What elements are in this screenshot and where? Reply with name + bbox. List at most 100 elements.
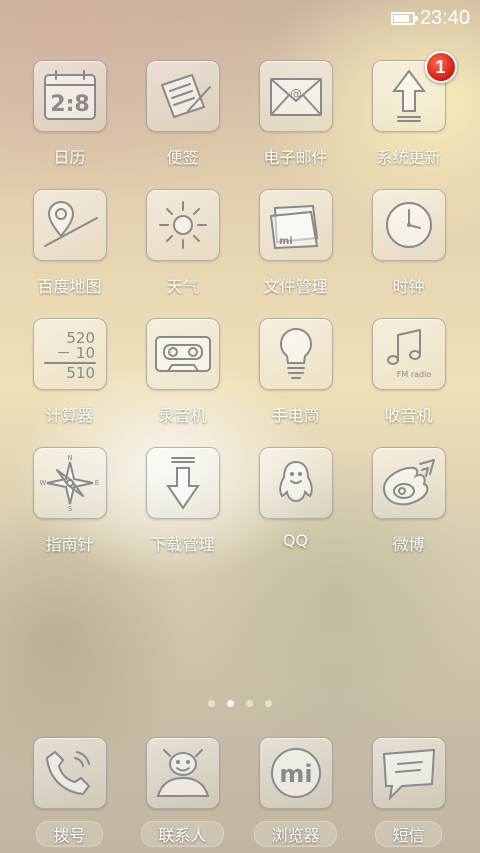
- app-radio[interactable]: FM radio 收音机: [352, 318, 465, 447]
- notepad-icon: [160, 73, 211, 119]
- clock-icon: [385, 202, 432, 248]
- dock: 拨号 联系人 mi 浏览器 短信: [0, 737, 480, 853]
- app-calendar[interactable]: 2:8 日历: [13, 60, 126, 189]
- app-downloads[interactable]: 下载管理: [126, 447, 239, 576]
- app-label: 指南针: [45, 535, 94, 554]
- app-label: 电子邮件: [263, 148, 328, 167]
- app-label: 下载管理: [150, 535, 215, 554]
- compass-east: E: [94, 479, 98, 487]
- message-bubble-icon: [382, 748, 435, 801]
- app-label: 联系人: [141, 821, 224, 847]
- app-dialer[interactable]: 拨号: [13, 737, 126, 853]
- cassette-icon: [154, 336, 211, 372]
- app-label: 便签: [166, 148, 199, 167]
- app-row: N E S W 指南针 下载管理 QQ 微博: [0, 447, 480, 576]
- app-tile[interactable]: [145, 189, 220, 261]
- page-dot[interactable]: [246, 700, 253, 707]
- app-tile[interactable]: mi: [258, 189, 333, 261]
- calc-line-3: 510: [66, 364, 95, 382]
- app-system-update[interactable]: 1 系统更新: [352, 51, 465, 189]
- app-tile[interactable]: [32, 737, 107, 809]
- app-tile[interactable]: 520 － 10 510: [32, 318, 107, 390]
- app-recorder[interactable]: 录音机: [126, 318, 239, 447]
- app-label: 系统更新: [376, 148, 441, 167]
- contact-person-icon: [156, 749, 209, 797]
- calculator-icon: 520 － 10 510: [43, 329, 96, 382]
- compass-south: S: [67, 505, 72, 512]
- app-tile[interactable]: [371, 447, 446, 519]
- app-calculator[interactable]: 520 － 10 510 计算器: [13, 318, 126, 447]
- sun-icon: [158, 201, 207, 249]
- app-contacts[interactable]: 联系人: [126, 737, 239, 853]
- app-label: 文件管理: [263, 277, 328, 296]
- app-qq[interactable]: QQ: [239, 447, 352, 576]
- app-tile[interactable]: mi: [258, 737, 333, 809]
- app-label: 浏览器: [254, 821, 337, 847]
- app-tile[interactable]: [371, 189, 446, 261]
- folder-mi-text: mi: [279, 236, 293, 247]
- calc-line-2: － 10: [56, 344, 95, 362]
- app-email[interactable]: @ 电子邮件: [239, 60, 352, 189]
- app-tile[interactable]: [258, 447, 333, 519]
- app-browser[interactable]: mi 浏览器: [239, 737, 352, 853]
- app-tile[interactable]: [145, 318, 220, 390]
- app-messages[interactable]: 短信: [352, 737, 465, 853]
- app-tile[interactable]: 1: [371, 51, 457, 132]
- app-label: 百度地图: [37, 277, 102, 296]
- folder-icon: mi: [269, 204, 318, 250]
- app-baidu-map[interactable]: 百度地图: [13, 189, 126, 318]
- fm-radio-text: FM radio: [396, 370, 431, 379]
- status-time: 23:40: [419, 6, 470, 29]
- app-notes[interactable]: 便签: [126, 60, 239, 189]
- calendar-date-text: 2:8: [50, 92, 89, 117]
- weibo-eye-icon: [382, 459, 435, 506]
- app-label: QQ: [282, 531, 309, 550]
- app-grid: 2:8 日历 便签 @ 电子邮件 1 系统更新 百度地图 天气 mi 文件管理 …: [0, 51, 480, 576]
- app-weather[interactable]: 天气: [126, 189, 239, 318]
- app-row: 百度地图 天气 mi 文件管理 时钟: [0, 189, 480, 318]
- app-tile[interactable]: [145, 447, 220, 519]
- app-clock[interactable]: 时钟: [352, 189, 465, 318]
- app-label: 录音机: [158, 406, 207, 425]
- battery-level-fill: [393, 14, 409, 22]
- calendar-icon: 2:8: [43, 70, 96, 120]
- music-note-icon: FM radio: [386, 329, 431, 379]
- app-tile[interactable]: [32, 189, 107, 261]
- lightbulb-icon: [279, 327, 312, 379]
- app-tile[interactable]: [258, 318, 333, 390]
- app-compass[interactable]: N E S W 指南针: [13, 447, 126, 576]
- app-row: 2:8 日历 便签 @ 电子邮件 1 系统更新: [0, 51, 480, 189]
- page-dot[interactable]: [265, 700, 272, 707]
- download-arrow-icon: [165, 457, 200, 510]
- app-file-manager[interactable]: mi 文件管理: [239, 189, 352, 318]
- app-flashlight[interactable]: 手电筒: [239, 318, 352, 447]
- app-tile[interactable]: [145, 60, 220, 132]
- app-tile[interactable]: [371, 737, 446, 809]
- app-weibo[interactable]: 微博: [352, 447, 465, 576]
- compass-north: N: [67, 454, 72, 462]
- app-label: 计算器: [45, 406, 94, 425]
- status-bar: 23:40: [0, 0, 480, 36]
- page-dot[interactable]: [208, 700, 215, 707]
- page-dot-active[interactable]: [227, 700, 234, 707]
- svg-text:@: @: [290, 87, 302, 101]
- app-tile[interactable]: N E S W: [32, 447, 107, 519]
- compass-west: W: [39, 479, 46, 487]
- app-label: 日历: [53, 148, 86, 167]
- browser-mi-text: mi: [279, 760, 312, 788]
- compass-icon: N E S W: [39, 454, 99, 512]
- map-pin-icon: [43, 201, 98, 247]
- app-label: 手电筒: [271, 406, 320, 425]
- mi-browser-icon: mi: [270, 748, 321, 798]
- app-tile[interactable]: FM radio: [371, 318, 446, 390]
- app-label: 天气: [166, 277, 199, 296]
- app-tile[interactable]: @: [258, 60, 333, 132]
- email-icon: @: [269, 78, 322, 116]
- page-indicator: [0, 700, 480, 707]
- app-tile[interactable]: 2:8: [32, 60, 107, 132]
- battery-icon: [390, 11, 418, 25]
- dock-row: 拨号 联系人 mi 浏览器 短信: [0, 737, 480, 853]
- phone-icon: [45, 750, 90, 796]
- app-tile[interactable]: [145, 737, 220, 809]
- app-label: 短信: [375, 821, 442, 847]
